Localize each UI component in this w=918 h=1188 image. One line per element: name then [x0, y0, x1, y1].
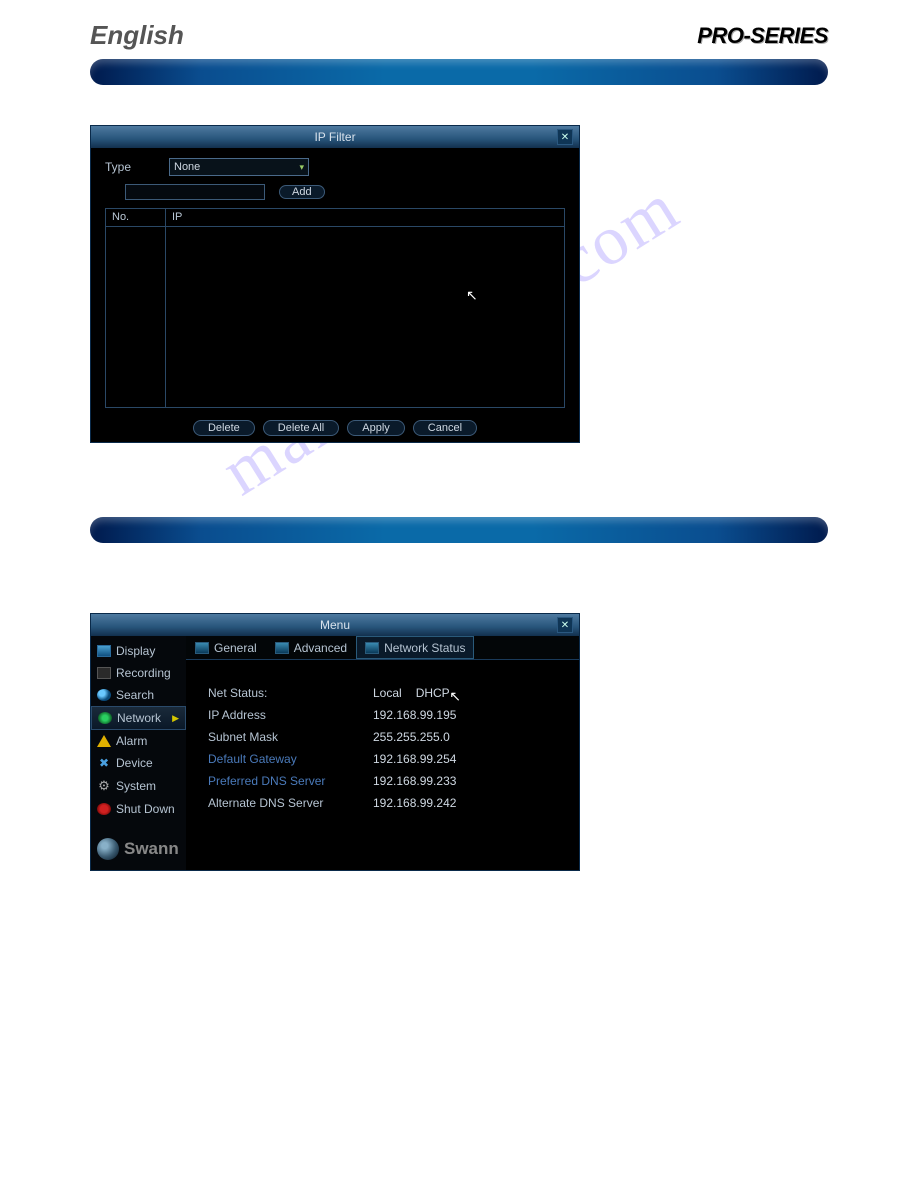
default-gateway-label: Default Gateway: [208, 752, 373, 766]
recording-icon: [97, 667, 111, 679]
sidebar-item-alarm[interactable]: Alarm: [91, 730, 186, 752]
ip-filter-window: IP Filter ✕ Type None ▾ Add No. IP: [90, 125, 580, 443]
divider-bar: [90, 59, 828, 85]
tab-icon: [365, 642, 379, 654]
grid-body-no: [106, 227, 166, 407]
subnet-mask-value: 255.255.255.0: [373, 730, 450, 744]
ip-input[interactable]: [125, 184, 265, 200]
menu-title: Menu: [320, 618, 350, 632]
language-label: English: [90, 20, 184, 51]
type-select[interactable]: None ▾: [169, 158, 309, 176]
document-header: English PRO-SERIES: [90, 20, 828, 51]
sidebar: Display Recording Search Network▶ Alarm …: [91, 636, 186, 870]
add-button[interactable]: Add: [279, 185, 325, 199]
brand: Swann: [91, 820, 186, 866]
divider-bar: [90, 517, 828, 543]
ip-filter-titlebar: IP Filter ✕: [91, 126, 579, 148]
type-label: Type: [105, 160, 155, 174]
alternate-dns-value: 192.168.99.242: [373, 796, 456, 810]
default-gateway-value: 192.168.99.254: [373, 752, 456, 766]
display-icon: [97, 645, 111, 657]
cancel-button[interactable]: Cancel: [413, 420, 477, 436]
type-select-value: None: [174, 161, 200, 173]
sidebar-item-network[interactable]: Network▶: [91, 706, 186, 730]
device-icon: ✖: [97, 756, 111, 770]
gear-icon: ⚙: [97, 778, 111, 794]
sidebar-item-system[interactable]: ⚙System: [91, 774, 186, 798]
close-icon[interactable]: ✕: [557, 129, 573, 145]
sidebar-item-recording[interactable]: Recording: [91, 662, 186, 684]
close-icon[interactable]: ✕: [557, 617, 573, 633]
tab-general[interactable]: General: [186, 636, 266, 659]
delete-button[interactable]: Delete: [193, 420, 255, 436]
ip-filter-title: IP Filter: [314, 130, 355, 144]
sidebar-item-device[interactable]: ✖Device: [91, 752, 186, 774]
network-icon: [98, 712, 112, 724]
cursor-icon: ↖: [466, 287, 478, 304]
ip-address-label: IP Address: [208, 708, 373, 722]
apply-button[interactable]: Apply: [347, 420, 405, 436]
preferred-dns-value: 192.168.99.233: [373, 774, 456, 788]
grid-body-ip: ↖: [166, 227, 564, 407]
cursor-icon: ↖: [449, 688, 461, 705]
product-series-label: PRO-SERIES: [697, 23, 828, 49]
ip-filter-grid: No. IP ↖: [105, 208, 565, 408]
sidebar-item-display[interactable]: Display: [91, 640, 186, 662]
search-icon: [97, 689, 111, 701]
tab-icon: [195, 642, 209, 654]
brand-label: Swann: [124, 839, 179, 859]
ip-address-value: 192.168.99.195: [373, 708, 456, 722]
net-status-label: Net Status:: [208, 686, 373, 700]
tab-bar: General Advanced Network Status: [186, 636, 579, 660]
ip-filter-button-row: Delete Delete All Apply Cancel: [91, 414, 579, 442]
brand-icon: [97, 838, 119, 860]
menu-titlebar: Menu ✕: [91, 614, 579, 636]
chevron-down-icon: ▾: [299, 162, 304, 173]
column-header-no: No.: [106, 209, 166, 226]
subnet-mask-label: Subnet Mask: [208, 730, 373, 744]
tab-network-status[interactable]: Network Status: [356, 636, 474, 659]
column-header-ip: IP: [166, 209, 564, 226]
alarm-icon: [97, 735, 111, 747]
network-status-panel: ↖ Net Status:LocalDHCP IP Address192.168…: [186, 660, 579, 870]
sidebar-item-search[interactable]: Search: [91, 684, 186, 706]
shutdown-icon: [97, 803, 111, 815]
tab-icon: [275, 642, 289, 654]
preferred-dns-label: Preferred DNS Server: [208, 774, 373, 788]
delete-all-button[interactable]: Delete All: [263, 420, 339, 436]
tab-advanced[interactable]: Advanced: [266, 636, 356, 659]
alternate-dns-label: Alternate DNS Server: [208, 796, 373, 810]
menu-window: Menu ✕ Display Recording Search Network▶…: [90, 613, 580, 871]
sidebar-item-shutdown[interactable]: Shut Down: [91, 798, 186, 820]
chevron-right-icon: ▶: [172, 713, 179, 724]
